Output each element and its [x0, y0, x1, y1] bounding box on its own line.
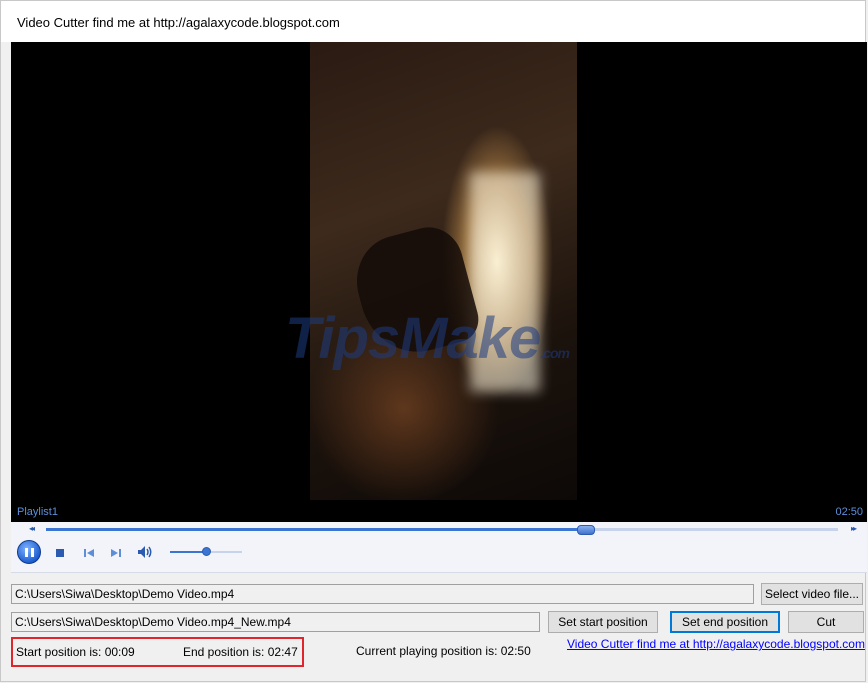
volume-level [170, 551, 206, 553]
set-end-button[interactable]: Set end position [670, 611, 780, 633]
next-icon[interactable] [110, 547, 122, 559]
rewind-icon[interactable]: ◂◂ [29, 524, 35, 533]
app-window: Video Cutter find me at http://agalaxyco… [0, 0, 867, 682]
seek-bar[interactable] [46, 525, 838, 535]
playlist-label[interactable]: Playlist1 [17, 506, 58, 518]
seek-thumb[interactable] [576, 525, 595, 535]
source-path-field[interactable]: C:\Users\Siwa\Desktop\Demo Video.mp4 [11, 584, 754, 604]
output-path-field[interactable]: C:\Users\Siwa\Desktop\Demo Video.mp4_New… [11, 612, 540, 632]
start-position-label: Start position is: 00:09 [16, 645, 135, 659]
title-bar: Video Cutter find me at http://agalaxyco… [1, 1, 865, 42]
window-title: Video Cutter find me at http://agalaxyco… [17, 15, 340, 30]
seek-progress [46, 528, 585, 531]
set-start-button[interactable]: Set start position [548, 611, 658, 633]
select-video-button[interactable]: Select video file... [761, 583, 863, 605]
video-frame[interactable] [310, 42, 577, 500]
duration-label: 02:50 [835, 506, 863, 518]
volume-slider[interactable] [170, 547, 242, 556]
fast-forward-icon[interactable]: ▸▸ [851, 524, 857, 533]
cut-button[interactable]: Cut [788, 611, 864, 633]
watermark: TipsMake.com [285, 306, 570, 371]
media-player[interactable]: TipsMake.com Playlist1 02:50 [11, 42, 867, 522]
end-position-label: End position is: 02:47 [183, 645, 298, 659]
speaker-icon[interactable] [137, 545, 155, 559]
blog-link[interactable]: Video Cutter find me at http://agalaxyco… [567, 637, 865, 651]
current-position-label: Current playing position is: 02:50 [356, 644, 531, 658]
player-controls: ◂◂ ▸▸ [11, 522, 867, 573]
pause-icon[interactable] [17, 540, 41, 564]
stop-icon[interactable] [56, 549, 64, 557]
volume-thumb[interactable] [202, 547, 211, 556]
previous-icon[interactable] [83, 547, 95, 559]
